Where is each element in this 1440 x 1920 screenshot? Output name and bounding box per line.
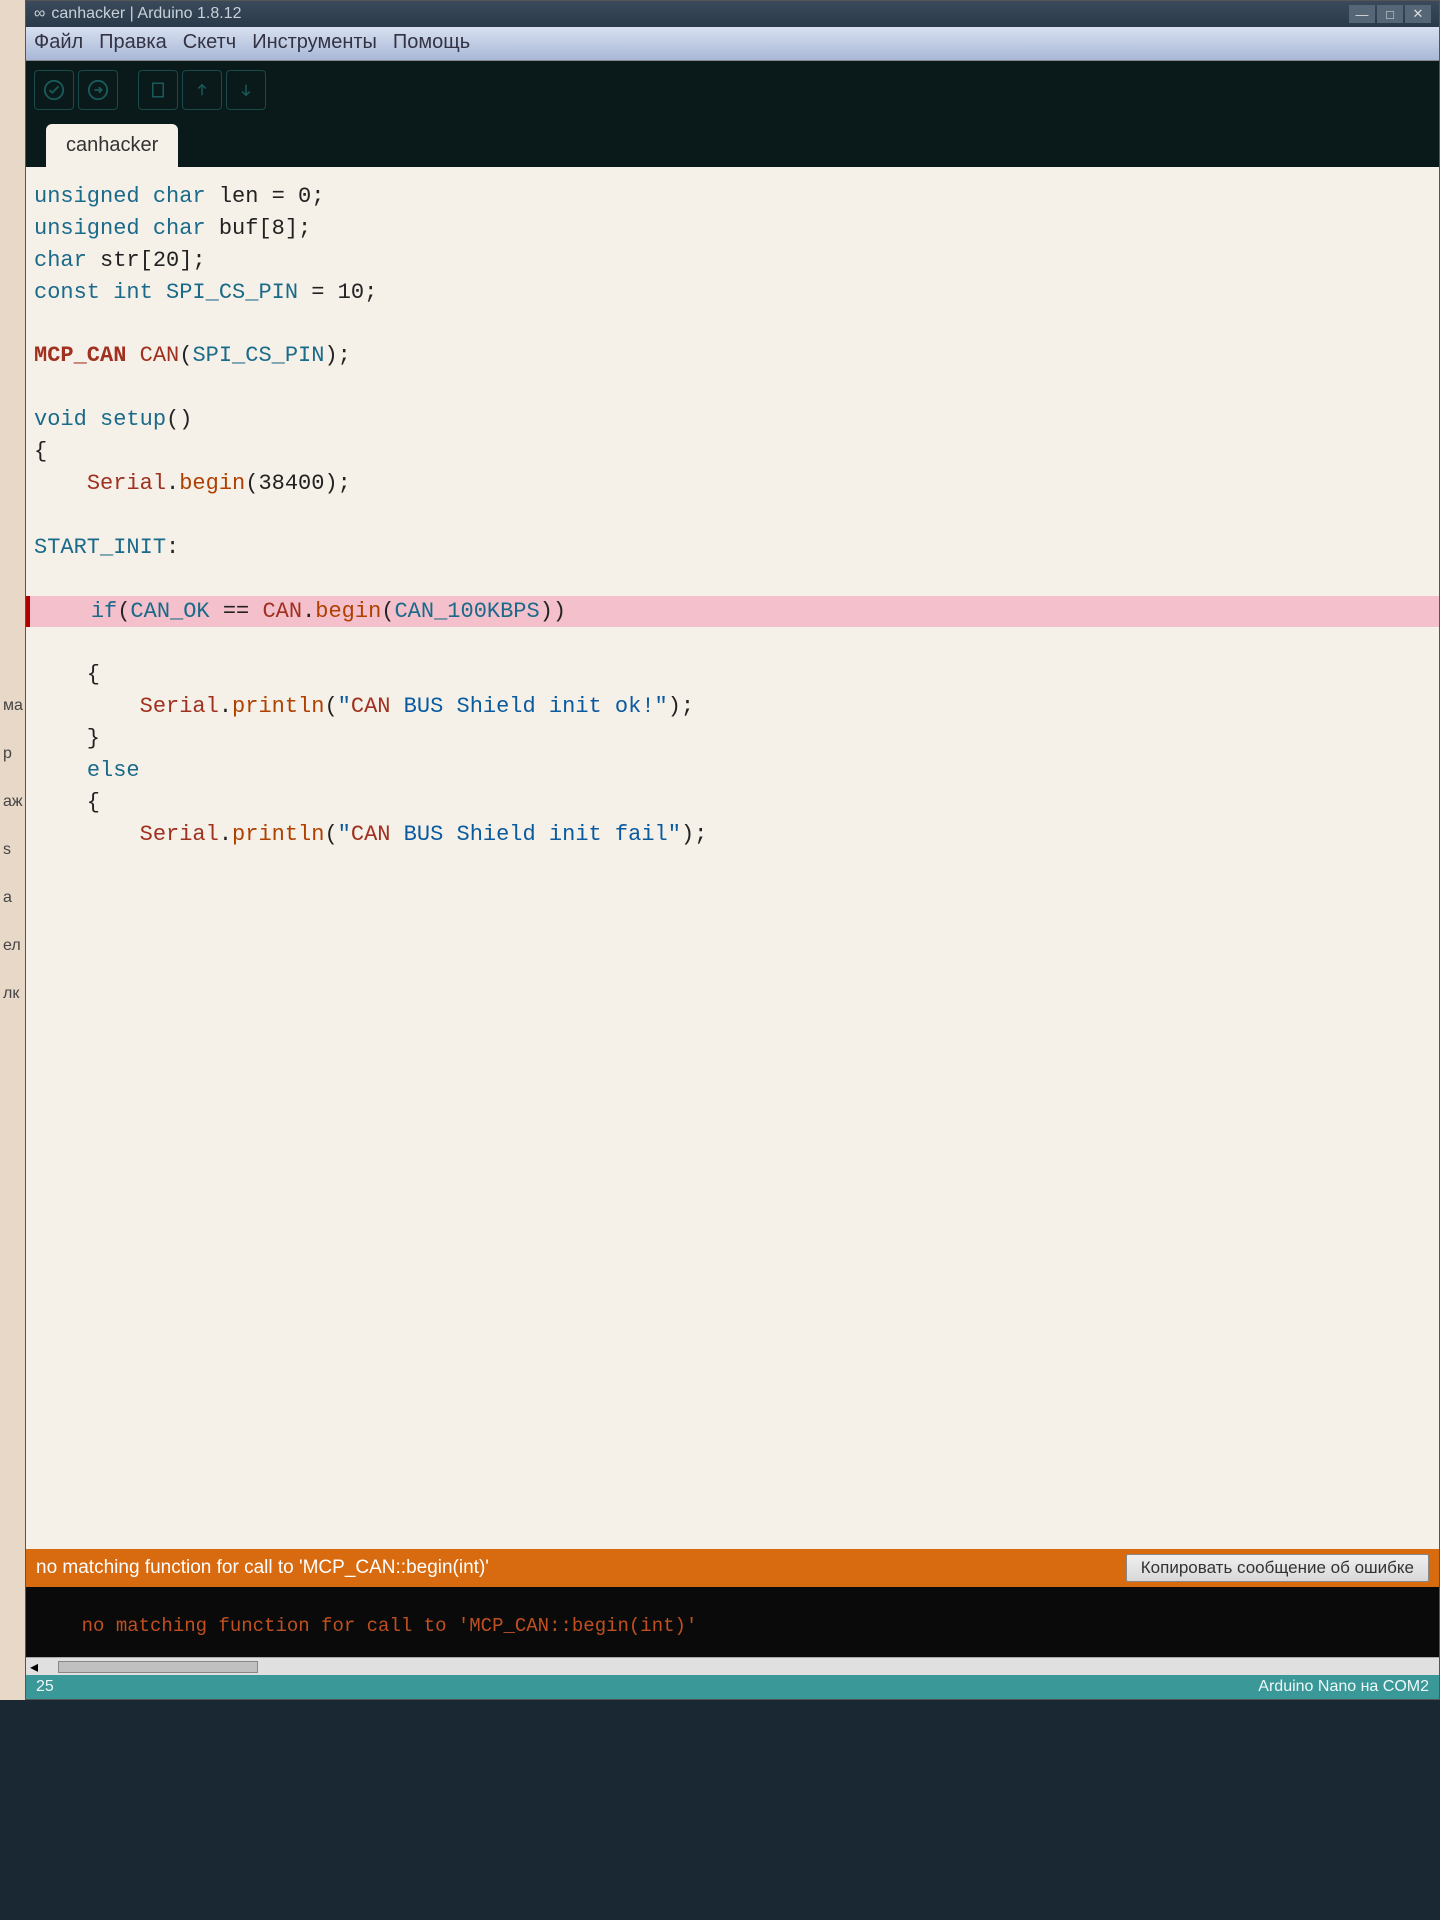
tab-label: canhacker [66,134,158,156]
cursor-line-number: 25 [36,1678,54,1696]
window-title: canhacker | Arduino 1.8.12 [51,5,241,23]
menu-bar: Файл Правка Скетч Инструменты Помощь [26,27,1439,61]
check-icon [43,79,65,101]
board-port-label: Arduino Nano на COM2 [1258,1678,1429,1696]
menu-help[interactable]: Помощь [393,31,470,56]
toolbar [26,61,1439,119]
maximize-button[interactable]: □ [1377,5,1403,23]
minimize-button[interactable]: — [1349,5,1375,23]
title-bar[interactable]: ∞ canhacker | Arduino 1.8.12 — □ ✕ [26,1,1439,27]
menu-edit[interactable]: Правка [99,31,167,56]
open-sketch-button[interactable] [182,70,222,110]
verify-button[interactable] [34,70,74,110]
error-highlight-line: if(CAN_OK == CAN.begin(CAN_100KBPS)) [26,596,1439,628]
menu-tools[interactable]: Инструменты [252,31,377,56]
scrollbar-thumb[interactable] [58,1661,258,1673]
background-window-edge: ма р аж s а ел лк [0,0,25,1700]
close-button[interactable]: ✕ [1405,5,1431,23]
app-icon: ∞ [34,5,45,23]
tab-canhacker[interactable]: canhacker [46,124,178,167]
compiler-console[interactable]: no matching function for call to 'MCP_CA… [26,1587,1439,1657]
new-sketch-button[interactable] [138,70,178,110]
code-editor[interactable]: unsigned char len = 0; unsigned char buf… [26,167,1439,1549]
error-summary-text: no matching function for call to 'MCP_CA… [36,1557,489,1579]
tab-bar: canhacker [26,119,1439,167]
copy-error-button[interactable]: Копировать сообщение об ошибке [1126,1554,1429,1582]
console-line: no matching function for call to 'MCP_CA… [82,1615,698,1637]
status-bar: 25 Arduino Nano на COM2 [26,1675,1439,1699]
save-sketch-button[interactable] [226,70,266,110]
menu-sketch[interactable]: Скетч [183,31,236,56]
error-banner: no matching function for call to 'MCP_CA… [26,1549,1439,1587]
menu-file[interactable]: Файл [34,31,83,56]
file-icon [149,79,167,101]
arrow-down-icon [237,79,255,101]
horizontal-scrollbar[interactable]: ◂ [26,1657,1439,1675]
arrow-up-icon [193,79,211,101]
arduino-ide-window: ∞ canhacker | Arduino 1.8.12 — □ ✕ Файл … [25,0,1440,1700]
arrow-right-icon [87,79,109,101]
upload-button[interactable] [78,70,118,110]
